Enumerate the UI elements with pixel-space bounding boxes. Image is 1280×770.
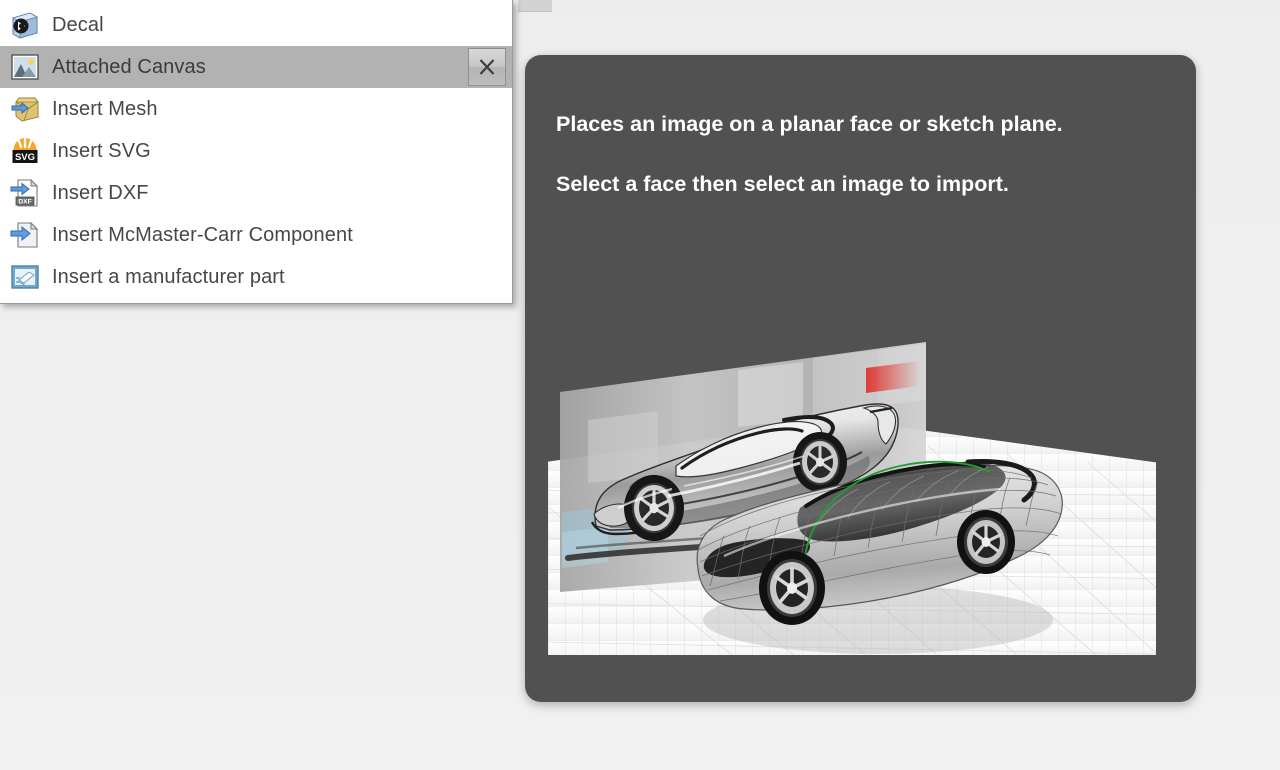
attached-canvas-illustration <box>548 300 1156 655</box>
insert-svg-logo-icon: SVG <box>10 136 40 166</box>
tooltip-paragraph-1: Places an image on a planar face or sket… <box>556 112 1063 136</box>
close-x-icon[interactable] <box>468 48 506 86</box>
insert-mesh-box-arrow-icon <box>10 94 40 124</box>
insert-menu[interactable]: Decal Attached Canvas Insert Mesh SVG In… <box>0 0 513 304</box>
decal-cube-icon <box>10 10 40 40</box>
toolbar-tab-fragment <box>518 0 552 12</box>
menu-item-decal[interactable]: Decal <box>0 4 512 46</box>
menu-item-insert-dxf[interactable]: DXF Insert DXF <box>0 172 512 214</box>
insert-menu-list: Decal Attached Canvas Insert Mesh SVG In… <box>0 0 512 298</box>
attached-canvas-help-tooltip: Places an image on a planar face or sket… <box>525 55 1196 702</box>
menu-item-insert-svg[interactable]: SVG Insert SVG <box>0 130 512 172</box>
app-window: Places an image on a planar face or sket… <box>0 0 1280 770</box>
menu-item-label: Insert McMaster-Carr Component <box>52 224 353 246</box>
menu-item-label: Decal <box>52 14 104 36</box>
menu-item-insert-mesh[interactable]: Insert Mesh <box>0 88 512 130</box>
menu-item-attached-canvas[interactable]: Attached Canvas <box>0 46 512 88</box>
insert-document-arrow-icon <box>10 220 40 250</box>
insert-dxf-document-arrow-icon: DXF <box>10 178 40 208</box>
svg-text:SVG: SVG <box>15 152 35 163</box>
tooltip-paragraph-2: Select a face then select an image to im… <box>556 171 1009 196</box>
menu-item-label: Insert SVG <box>52 140 151 162</box>
menu-item-label: Insert Mesh <box>52 98 158 120</box>
menu-item-label: Insert DXF <box>52 182 149 204</box>
menu-item-label: Attached Canvas <box>52 56 206 78</box>
menu-item-label: Insert a manufacturer part <box>52 266 285 288</box>
menu-item-insert-manufacturer-part[interactable]: Insert a manufacturer part <box>0 256 512 298</box>
tooltip-text-block: Places an image on a planar face or sket… <box>556 110 1156 199</box>
manufacturer-part-image-icon <box>10 262 40 292</box>
attached-canvas-image-icon <box>10 52 40 82</box>
menu-item-insert-mcmaster-carr-component[interactable]: Insert McMaster-Carr Component <box>0 214 512 256</box>
svg-text:DXF: DXF <box>18 198 31 205</box>
